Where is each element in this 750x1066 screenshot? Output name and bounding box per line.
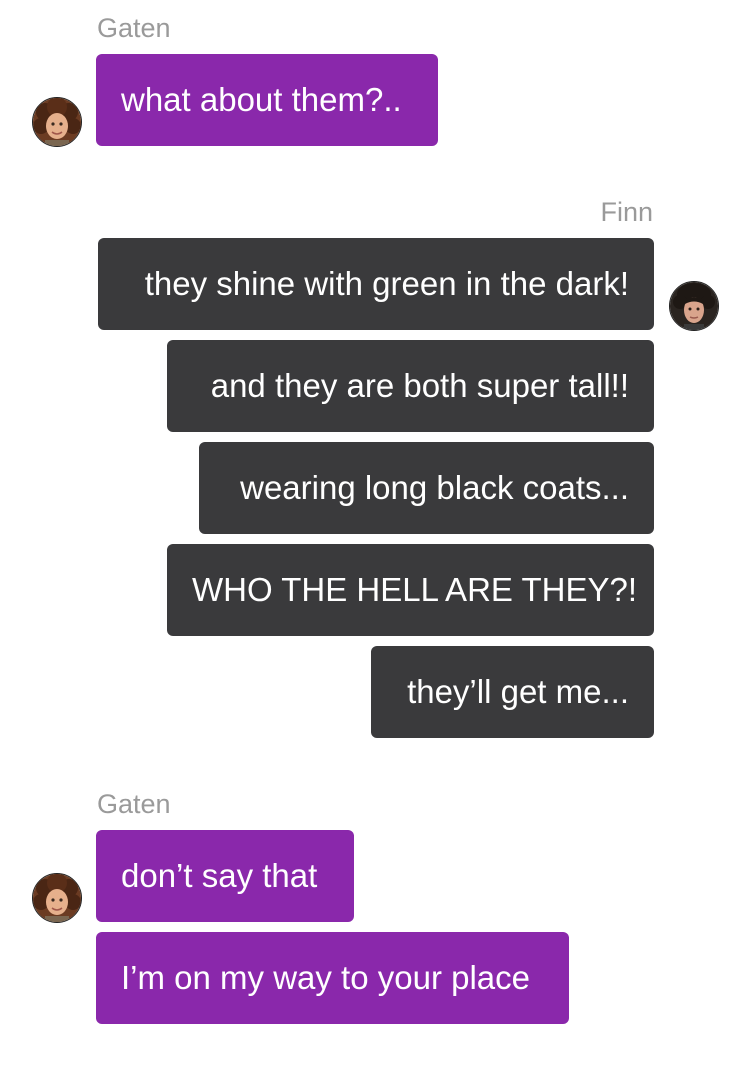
message-bubble[interactable]: what about them?.. xyxy=(96,54,438,146)
message-bubble[interactable]: I’m on my way to your place xyxy=(96,932,569,1024)
message-bubble[interactable]: and they are both super tall!! xyxy=(167,340,654,432)
avatar-gaten-icon[interactable] xyxy=(32,873,82,923)
message-bubble[interactable]: they shine with green in the dark! xyxy=(98,238,654,330)
message-bubble[interactable]: they’ll get me... xyxy=(371,646,654,738)
avatar-finn-icon[interactable] xyxy=(669,281,719,331)
message-bubble[interactable]: don’t say that xyxy=(96,830,354,922)
sender-name: Gaten xyxy=(97,13,171,43)
sender-name: Gaten xyxy=(97,789,171,819)
message-bubble[interactable]: WHO THE HELL ARE THEY?! xyxy=(167,544,654,636)
avatar-gaten-icon[interactable] xyxy=(32,97,82,147)
sender-name: Finn xyxy=(600,197,653,227)
message-bubble[interactable]: wearing long black coats... xyxy=(199,442,654,534)
